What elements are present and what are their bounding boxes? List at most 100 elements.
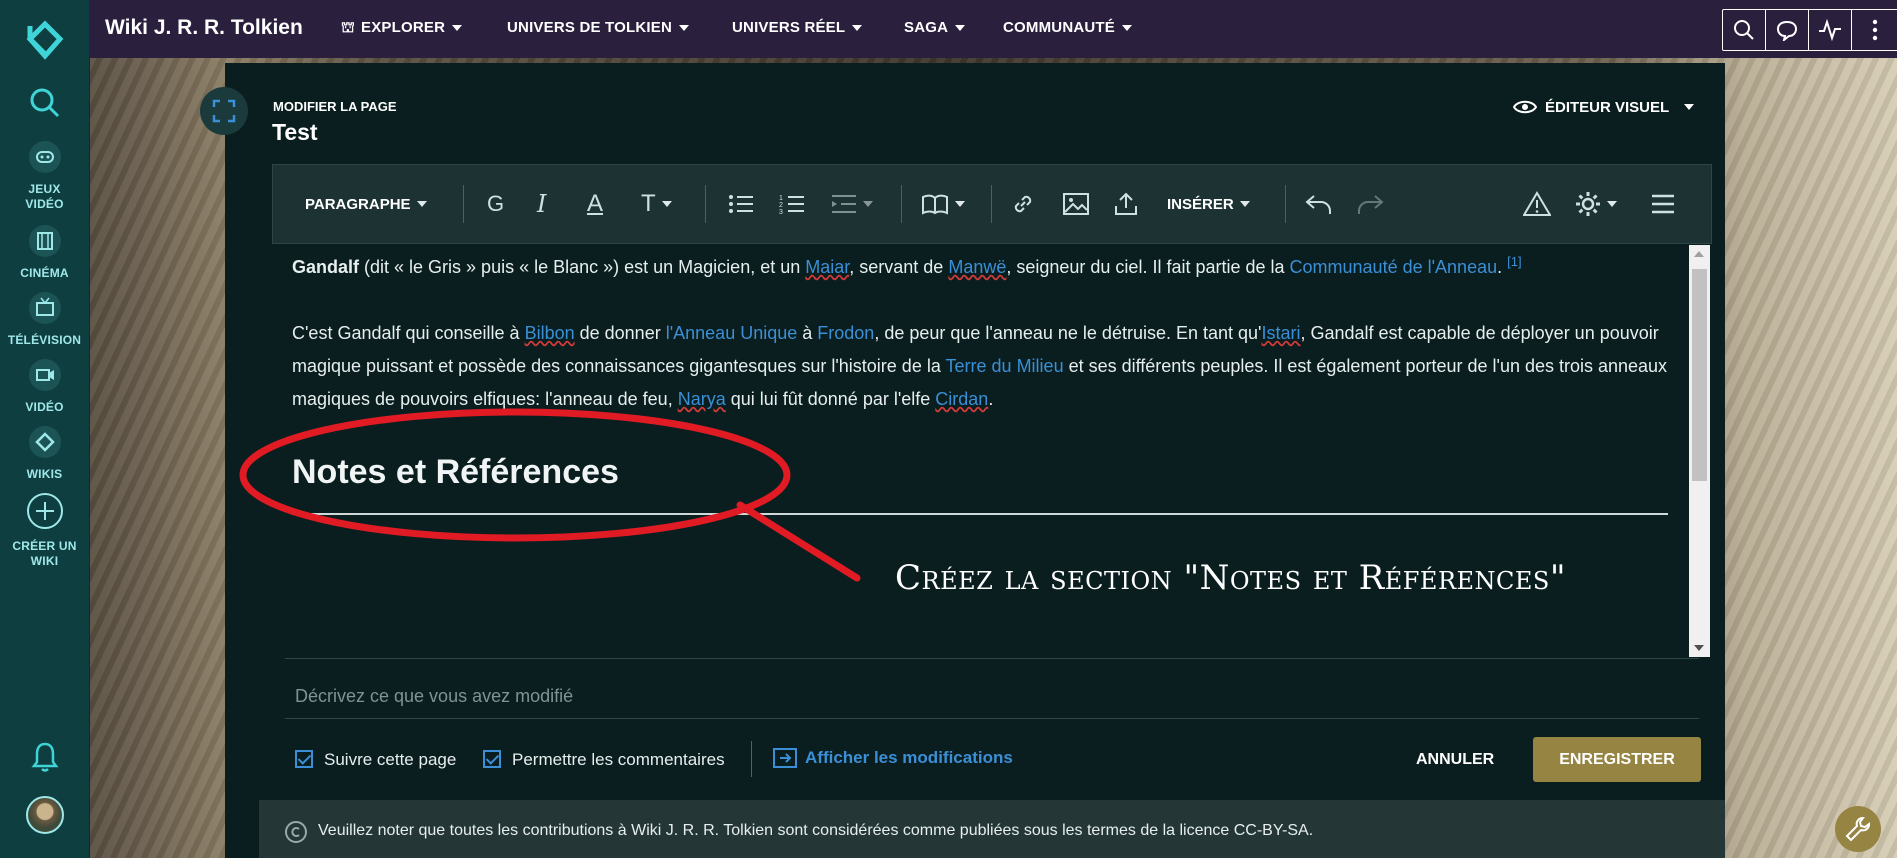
wiki-name-link[interactable]: Wiki J. R. R. Tolkien bbox=[105, 16, 303, 40]
hamburger-icon bbox=[1652, 194, 1674, 214]
link-narya[interactable]: Narya bbox=[678, 389, 726, 409]
text-color-button[interactable]: A bbox=[587, 165, 603, 243]
undo-button[interactable] bbox=[1305, 165, 1333, 243]
rail-item-television[interactable]: TÉLÉVISION bbox=[0, 292, 89, 348]
gear-icon bbox=[1576, 192, 1600, 216]
rail-item-cinema[interactable]: CINÉMA bbox=[0, 225, 89, 281]
rail-search-button[interactable] bbox=[0, 86, 89, 125]
numbered-list-button[interactable]: 123 bbox=[779, 165, 805, 243]
nav-communaute[interactable]: COMMUNAUTÉ bbox=[1003, 19, 1132, 36]
text: . bbox=[1497, 257, 1508, 277]
italic-icon: I bbox=[537, 190, 547, 218]
bullet-list-button[interactable] bbox=[728, 165, 754, 243]
activity-button[interactable] bbox=[1809, 10, 1852, 50]
discussion-button[interactable] bbox=[1766, 10, 1809, 50]
more-button[interactable] bbox=[1852, 10, 1897, 50]
search-icon bbox=[1734, 20, 1754, 40]
visual-editor-switch[interactable]: ÉDITEUR VISUEL bbox=[1513, 98, 1695, 116]
nav-univers-de-tolkien[interactable]: UNIVERS DE TOLKIEN bbox=[507, 19, 690, 36]
text: de donner bbox=[574, 323, 666, 343]
tools-button[interactable] bbox=[1835, 806, 1881, 852]
insert-dropdown[interactable]: INSÉRER bbox=[1167, 165, 1250, 243]
heading-underline bbox=[292, 513, 1668, 515]
edit-summary-input[interactable]: Décrivez ce que vous avez modifié bbox=[295, 686, 573, 707]
scroll-up-icon[interactable] bbox=[1694, 251, 1704, 257]
scrollbar-thumb[interactable] bbox=[1692, 269, 1707, 481]
nav-label: EXPLORER bbox=[361, 19, 446, 36]
link-manwe[interactable]: Manwë bbox=[948, 257, 1006, 277]
bold-button[interactable]: G bbox=[487, 165, 504, 243]
chevron-down-icon bbox=[955, 201, 965, 207]
watch-checkbox[interactable] bbox=[295, 750, 313, 768]
divider bbox=[285, 658, 1699, 659]
chevron-down-icon bbox=[1239, 201, 1250, 207]
redo-button[interactable] bbox=[1356, 165, 1384, 243]
section-heading[interactable]: Notes et Références bbox=[292, 453, 619, 492]
chevron-down-icon bbox=[452, 25, 463, 32]
link-anneau-unique[interactable]: l'Anneau Unique bbox=[666, 323, 798, 343]
film-icon bbox=[28, 225, 61, 257]
nav-univers-reel[interactable]: UNIVERS RÉEL bbox=[732, 19, 863, 36]
text: à bbox=[797, 323, 818, 343]
nav-explorer[interactable]: ⛫ EXPLORER bbox=[341, 19, 463, 38]
link-bilbon[interactable]: Bilbon bbox=[525, 323, 575, 343]
rail-item-creer-un-wiki[interactable]: CRÉER UN WIKI bbox=[0, 492, 89, 569]
paragraph-dropdown[interactable]: PARAGRAPHE bbox=[305, 165, 427, 243]
save-button[interactable]: ENREGISTRER bbox=[1533, 737, 1701, 782]
text-style-dropdown[interactable]: T bbox=[641, 165, 672, 243]
fullscreen-button[interactable] bbox=[200, 87, 248, 135]
comments-checkbox[interactable] bbox=[483, 750, 501, 768]
nav-saga[interactable]: SAGA bbox=[904, 19, 966, 36]
cite-dropdown[interactable] bbox=[921, 165, 965, 243]
link-communaute-anneau[interactable]: Communauté de l'Anneau bbox=[1290, 257, 1498, 277]
numbered-list-icon: 123 bbox=[779, 195, 804, 215]
upload-button[interactable] bbox=[1114, 165, 1138, 243]
page-settings-dropdown[interactable] bbox=[1575, 165, 1617, 243]
rail-item-jeux-video[interactable]: JEUX VIDÉO bbox=[0, 141, 89, 212]
show-changes-button[interactable]: Afficher les modifications bbox=[773, 748, 1013, 768]
insert-label: INSÉRER bbox=[1167, 195, 1234, 213]
tv-icon bbox=[28, 292, 61, 324]
link-cirdan[interactable]: Cirdan bbox=[935, 389, 988, 409]
chevron-down-icon bbox=[863, 201, 873, 207]
indent-dropdown[interactable] bbox=[831, 165, 873, 243]
rail-item-video[interactable]: VIDÉO bbox=[0, 359, 89, 415]
link-istari[interactable]: Istari bbox=[1261, 323, 1300, 343]
rail-label: TÉLÉVISION bbox=[7, 333, 82, 347]
fandom-logo[interactable] bbox=[0, 18, 89, 69]
svg-text:2: 2 bbox=[779, 202, 783, 209]
italic-button[interactable]: I bbox=[537, 165, 546, 243]
warning-button[interactable] bbox=[1523, 165, 1551, 243]
search-button[interactable] bbox=[1723, 10, 1766, 50]
fandom-icon bbox=[28, 426, 61, 458]
content-scrollbar[interactable] bbox=[1689, 245, 1710, 657]
reference-marker[interactable]: [1] bbox=[1507, 254, 1521, 269]
expand-icon bbox=[212, 99, 236, 123]
rail-label: CRÉER UN WIKI bbox=[12, 539, 77, 568]
scroll-down-icon[interactable] bbox=[1694, 645, 1704, 651]
rail-item-wikis[interactable]: WIKIS bbox=[0, 426, 89, 482]
community-header: Wiki J. R. R. Tolkien ⛫ EXPLORER UNIVERS … bbox=[89, 0, 1897, 58]
user-avatar-button[interactable] bbox=[0, 796, 89, 839]
chevron-down-icon bbox=[955, 25, 966, 32]
avatar bbox=[25, 796, 64, 834]
link-terre-du-milieu[interactable]: Terre du Milieu bbox=[946, 356, 1064, 376]
global-navigation-rail: JEUX VIDÉO CINÉMA TÉLÉVISION VIDÉO WIKIS… bbox=[0, 0, 90, 858]
wrench-icon bbox=[1845, 817, 1870, 842]
cancel-button[interactable]: ANNULER bbox=[1416, 751, 1494, 769]
svg-text:3: 3 bbox=[779, 209, 783, 215]
link-button[interactable] bbox=[1011, 165, 1035, 243]
copyright-icon bbox=[285, 821, 307, 843]
link-maiar[interactable]: Maiar bbox=[805, 257, 849, 277]
more-icon bbox=[1872, 19, 1878, 41]
image-icon bbox=[1063, 193, 1089, 215]
image-button[interactable] bbox=[1063, 165, 1089, 243]
link-frodon[interactable]: Frodon bbox=[817, 323, 874, 343]
menu-button[interactable] bbox=[1651, 165, 1675, 243]
visual-editor-label: ÉDITEUR VISUEL bbox=[1545, 98, 1670, 116]
video-icon bbox=[28, 359, 61, 391]
paragraph-2: C'est Gandalf qui conseille à Bilbon de … bbox=[292, 317, 1689, 416]
rail-label: WIKIS bbox=[26, 467, 63, 481]
page-title: Test bbox=[272, 119, 318, 145]
notifications-button[interactable] bbox=[0, 740, 89, 779]
